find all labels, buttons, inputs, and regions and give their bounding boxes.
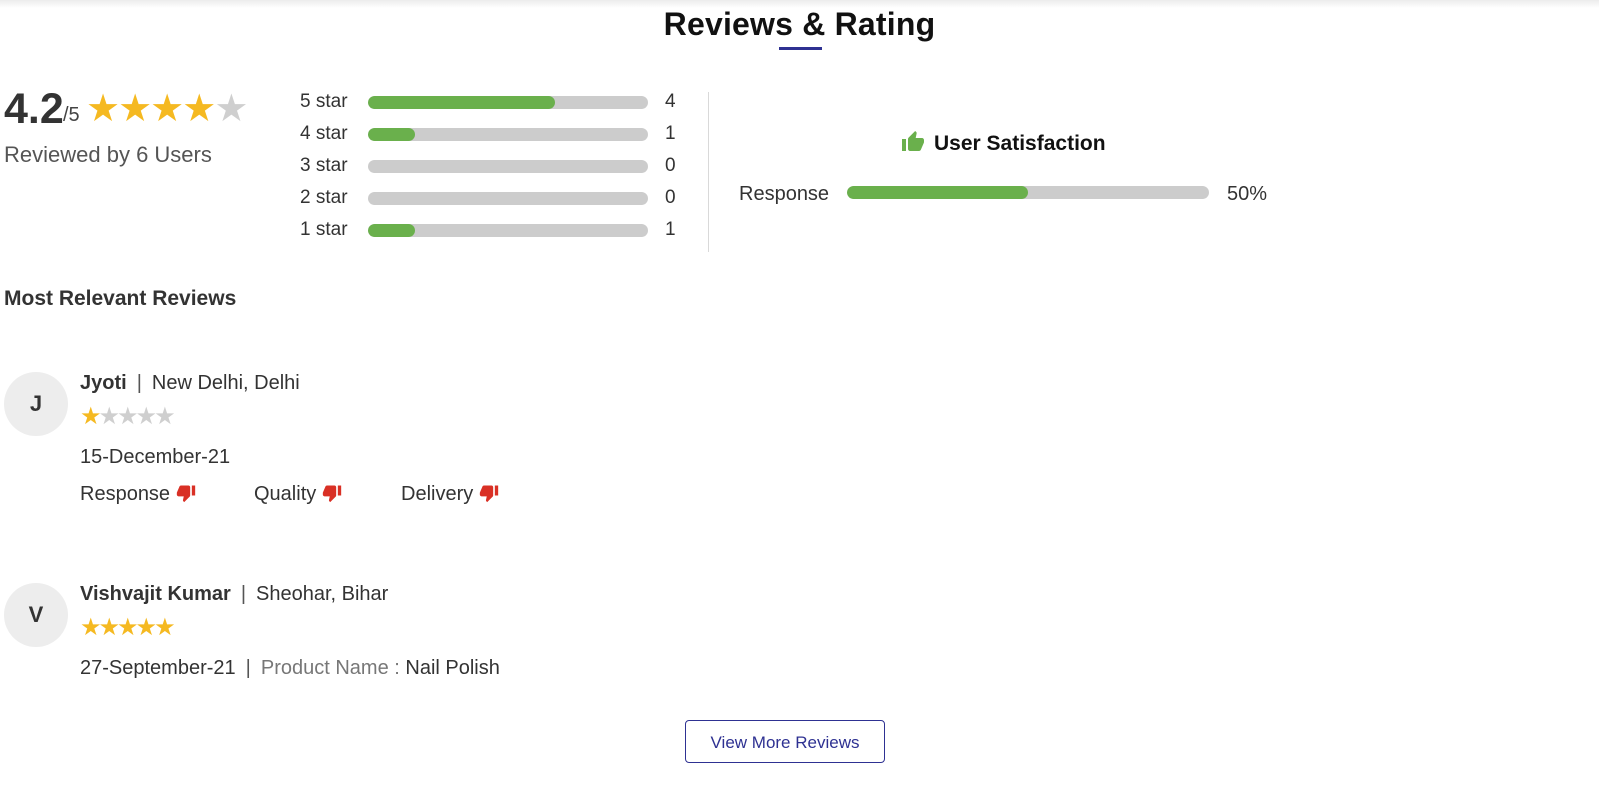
view-more-reviews-button[interactable]: View More Reviews (685, 720, 885, 763)
reviews-heading: Most Relevant Reviews (4, 287, 237, 310)
rating-bar (368, 160, 648, 173)
criteria-response: Response (80, 482, 196, 509)
avatar: J (4, 372, 68, 436)
rating-row-5: 5 star 4 (300, 90, 700, 114)
review-star-rating: ★★★★★ (80, 403, 176, 430)
rating-row-label: 1 star (300, 219, 348, 240)
title-underline (779, 47, 822, 50)
vertical-divider (708, 92, 709, 252)
star-filled-icon: ★ (117, 614, 138, 641)
reviewer-location: New Delhi, Delhi (151, 372, 300, 394)
user-satisfaction-title: User Satisfaction (900, 130, 1106, 161)
reviewer-location: Sheohar, Bihar (256, 583, 389, 605)
criteria-label: Quality (254, 483, 317, 505)
star-filled-icon: ★ (80, 614, 101, 641)
product-name-label: Product Name : (260, 657, 400, 679)
reviewed-by-count: Reviewed by 6 Users (4, 142, 212, 167)
star-filled-icon: ★ (98, 614, 120, 641)
section-title: Reviews & Rating (663, 6, 936, 42)
rating-bar-fill (368, 96, 555, 109)
rating-bar-fill (368, 224, 415, 237)
star-empty-icon: ★ (154, 403, 175, 430)
overall-star-rating: ★★★★★ (86, 88, 248, 130)
user-satisfaction-label: User Satisfaction (934, 132, 1106, 155)
review-star-rating: ★★★★★ (80, 614, 176, 641)
review-date: 15-December-21 (80, 446, 231, 468)
rating-bar (368, 192, 648, 205)
satisfaction-bar-fill (847, 186, 1028, 199)
separator: | (136, 372, 142, 394)
rating-row-label: 3 star (300, 155, 348, 176)
rating-row-2: 2 star 0 (300, 186, 700, 210)
star-filled-icon: ★ (80, 403, 101, 430)
rating-row-4: 4 star 1 (300, 122, 700, 146)
criteria-quality: Quality (254, 482, 342, 509)
star-empty-icon: ★ (214, 88, 248, 130)
rating-row-1: 1 star 1 (300, 218, 700, 242)
reviewer-name: Jyoti (80, 372, 127, 394)
satisfaction-metric-value: 50% (1227, 183, 1268, 205)
star-empty-icon: ★ (98, 403, 120, 430)
rating-row-count: 1 (665, 123, 676, 144)
star-empty-icon: ★ (135, 403, 157, 430)
thumbs-down-icon (479, 483, 499, 509)
criteria-delivery: Delivery (401, 482, 499, 509)
rating-bar-fill (368, 128, 415, 141)
review-meta: 27-September-21 | Product Name : Nail Poli… (80, 656, 500, 680)
review-date: 27-September-21 (80, 657, 236, 679)
review-header: Jyoti | New Delhi, Delhi (80, 371, 300, 395)
separator: | (245, 657, 251, 679)
thumbs-down-icon (176, 483, 196, 509)
rating-bar (368, 96, 648, 109)
reviewer-name: Vishvajit Kumar (80, 583, 231, 605)
rating-row-label: 2 star (300, 187, 348, 208)
rating-row-count: 0 (665, 187, 676, 208)
satisfaction-bar (847, 186, 1209, 199)
product-name-value: Nail Polish (405, 657, 500, 679)
star-filled-icon: ★ (182, 88, 216, 130)
overall-out-of: /5 (63, 104, 80, 126)
star-filled-icon: ★ (154, 614, 175, 641)
rating-row-label: 5 star (300, 91, 348, 112)
criteria-label: Delivery (401, 483, 474, 505)
star-empty-icon: ★ (117, 403, 138, 430)
satisfaction-metric-label: Response (739, 183, 830, 205)
star-filled-icon: ★ (135, 614, 157, 641)
avatar: V (4, 583, 68, 647)
star-filled-icon: ★ (118, 88, 152, 130)
rating-row-3: 3 star 0 (300, 154, 700, 178)
overall-score: 4.2 (4, 85, 64, 133)
criteria-label: Response (80, 483, 171, 505)
rating-row-count: 4 (665, 91, 676, 112)
rating-row-count: 0 (665, 155, 676, 176)
review-header: Vishvajit Kumar | Sheohar, Bihar (80, 582, 388, 606)
rating-row-label: 4 star (300, 123, 348, 144)
star-filled-icon: ★ (150, 88, 184, 130)
thumbs-up-icon (900, 130, 926, 161)
rating-row-count: 1 (665, 219, 676, 240)
thumbs-down-icon (322, 483, 342, 509)
rating-bar (368, 224, 648, 237)
separator: | (240, 583, 247, 605)
rating-bar (368, 128, 648, 141)
star-filled-icon: ★ (86, 88, 120, 130)
